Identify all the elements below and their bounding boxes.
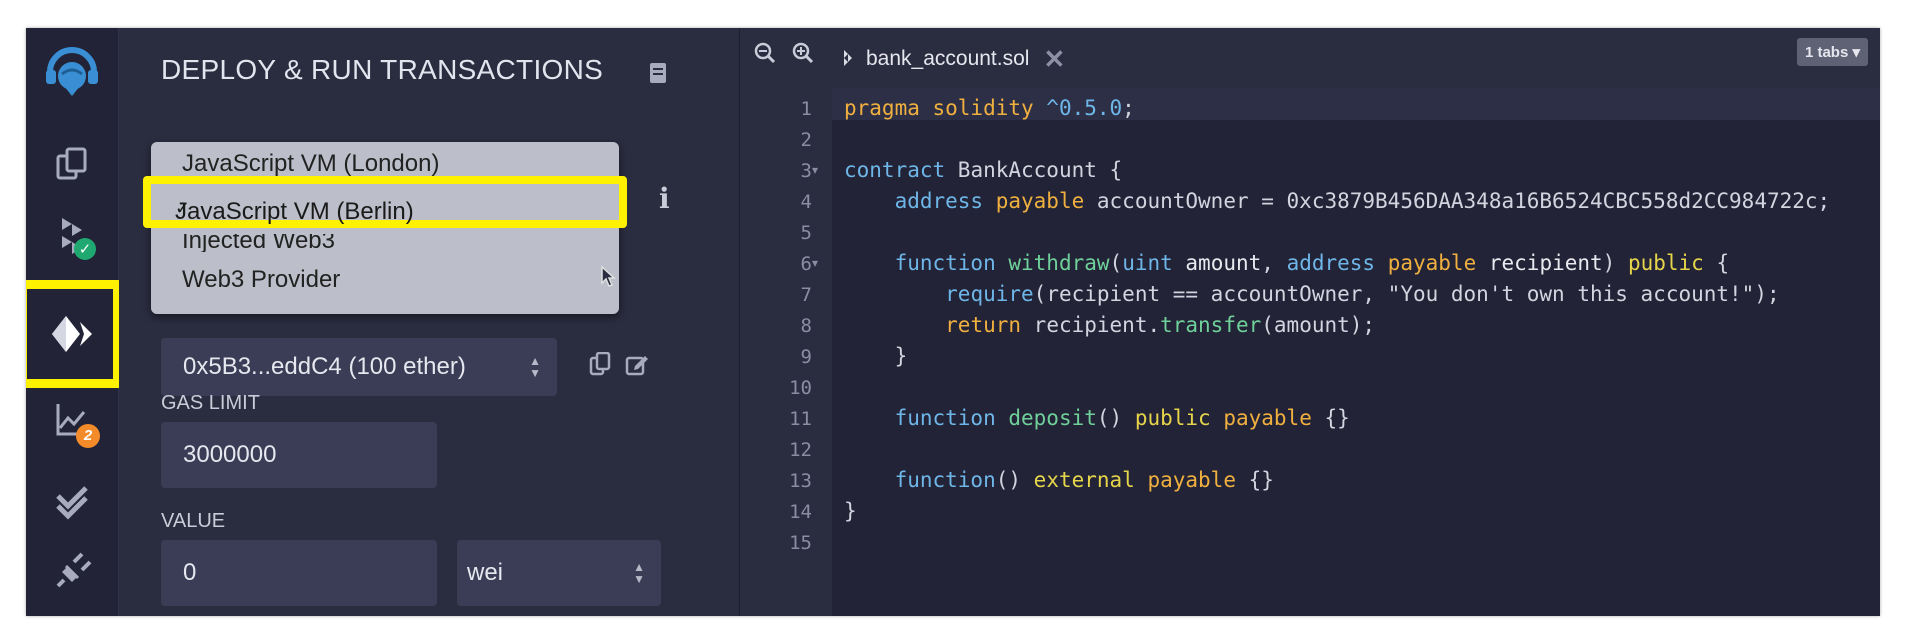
code-line: return recipient.transfer(amount);: [945, 313, 1376, 337]
analysis-badge: 2: [76, 424, 100, 448]
line-number: 5: [800, 222, 812, 244]
copy-icon[interactable]: [589, 352, 611, 376]
editor-tabbar: bank_account.sol ✕ 1 tabs ▾: [740, 28, 1880, 88]
line-number: 9: [800, 346, 812, 368]
environment-option-injected[interactable]: Injected Web3: [182, 234, 335, 252]
analysis-icon[interactable]: 2: [48, 396, 100, 448]
mouse-cursor-icon: [601, 265, 616, 287]
gas-limit-value: 3000000: [183, 441, 277, 468]
file-explorer-icon[interactable]: [48, 140, 96, 188]
line-number: 14: [789, 501, 812, 523]
fold-arrow-icon[interactable]: ▾: [812, 256, 818, 270]
icon-rail: ✓ 2: [26, 28, 122, 616]
tabs-count-button[interactable]: 1 tabs ▾: [1796, 38, 1868, 66]
value-label: VALUE: [161, 510, 226, 532]
testing-check-icon[interactable]: [48, 476, 96, 524]
environment-option-web3-provider[interactable]: Web3 Provider: [182, 266, 340, 294]
zoom-out-icon[interactable]: [754, 42, 776, 64]
close-tab-icon[interactable]: ✕: [1043, 44, 1065, 75]
select-arrows-icon: ▲ ▼: [529, 354, 541, 380]
value-unit-select[interactable]: wei ▲ ▼: [457, 540, 661, 606]
line-number: 8: [800, 315, 812, 337]
line-gutter: 1 2 3 4 5 6 7 8 9 10 11 12 13 14 15 ▾ ▾: [740, 88, 832, 616]
line-number: 15: [789, 532, 812, 554]
code-line: pragma solidity ^0.5.0;: [844, 96, 1148, 120]
tab-bank-account[interactable]: bank_account.sol ✕: [840, 38, 1065, 80]
line-number: 13: [789, 470, 812, 492]
line-number: 3: [800, 160, 812, 182]
gas-limit-label: GAS LIMIT: [161, 392, 260, 414]
value-unit: wei: [467, 559, 504, 586]
fold-arrow-icon[interactable]: ▾: [812, 163, 818, 177]
code-line: require(recipient == accountOwner, "You …: [945, 282, 1780, 306]
info-icon[interactable]: i: [659, 182, 670, 215]
line-number: 1: [800, 98, 812, 120]
code-line: address payable accountOwner = 0xc3879B4…: [894, 189, 1831, 213]
line-number: 11: [789, 408, 812, 430]
line-number: 4: [800, 191, 812, 213]
gas-limit-input[interactable]: 3000000: [161, 422, 437, 488]
panel-title: DEPLOY & RUN TRANSACTIONS: [161, 54, 604, 85]
account-select[interactable]: 0x5B3...eddC4 (100 ether) ▲ ▼: [161, 338, 557, 396]
solidity-compiler-icon[interactable]: ✓: [48, 212, 96, 260]
compile-success-icon: ✓: [74, 238, 96, 260]
remix-logo-icon[interactable]: [42, 40, 102, 100]
zoom-in-icon[interactable]: [792, 42, 814, 64]
plugin-manager-icon[interactable]: [48, 548, 96, 596]
environment-option-selected[interactable]: ✓ JavaScript VM (Berlin): [143, 176, 627, 228]
code-editor: bank_account.sol ✕ 1 tabs ▾ 1 2 3 4 5 6 …: [740, 28, 1880, 616]
deploy-panel: DEPLOY & RUN TRANSACTIONS 0x5B3...eddC4 …: [119, 28, 740, 616]
line-number: 12: [789, 439, 812, 461]
code-line: }: [844, 499, 857, 523]
line-number: 6: [800, 253, 812, 275]
tab-label: bank_account.sol: [866, 47, 1030, 70]
deploy-highlight-box: [26, 280, 122, 388]
remix-ide: ✓ 2 DEPLOY & RUN TRANSACTIONS 0x5B3...ed…: [26, 28, 1880, 616]
value-input[interactable]: 0: [161, 540, 437, 606]
line-number: 10: [789, 377, 812, 399]
account-value: 0x5B3...eddC4 (100 ether): [183, 353, 466, 380]
solidity-file-icon: [844, 50, 852, 66]
line-number: 7: [800, 284, 812, 306]
environment-selected-label: JavaScript VM (Berlin): [175, 198, 414, 225]
code-line: contract BankAccount {: [844, 158, 1123, 182]
value-amount: 0: [183, 559, 197, 586]
environment-dropdown: JavaScript VM (London) Injected Web3 Web…: [143, 142, 627, 314]
code-line: function() external payable {}: [894, 468, 1274, 492]
code-line: function deposit() public payable {}: [894, 406, 1350, 430]
edit-icon[interactable]: [625, 352, 649, 376]
code-line: }: [844, 344, 908, 368]
line-number: 2: [800, 129, 812, 151]
code-line: function withdraw(uint amount, address p…: [894, 251, 1730, 275]
select-arrows-icon: ▲ ▼: [633, 560, 645, 586]
documentation-icon[interactable]: [649, 62, 667, 84]
